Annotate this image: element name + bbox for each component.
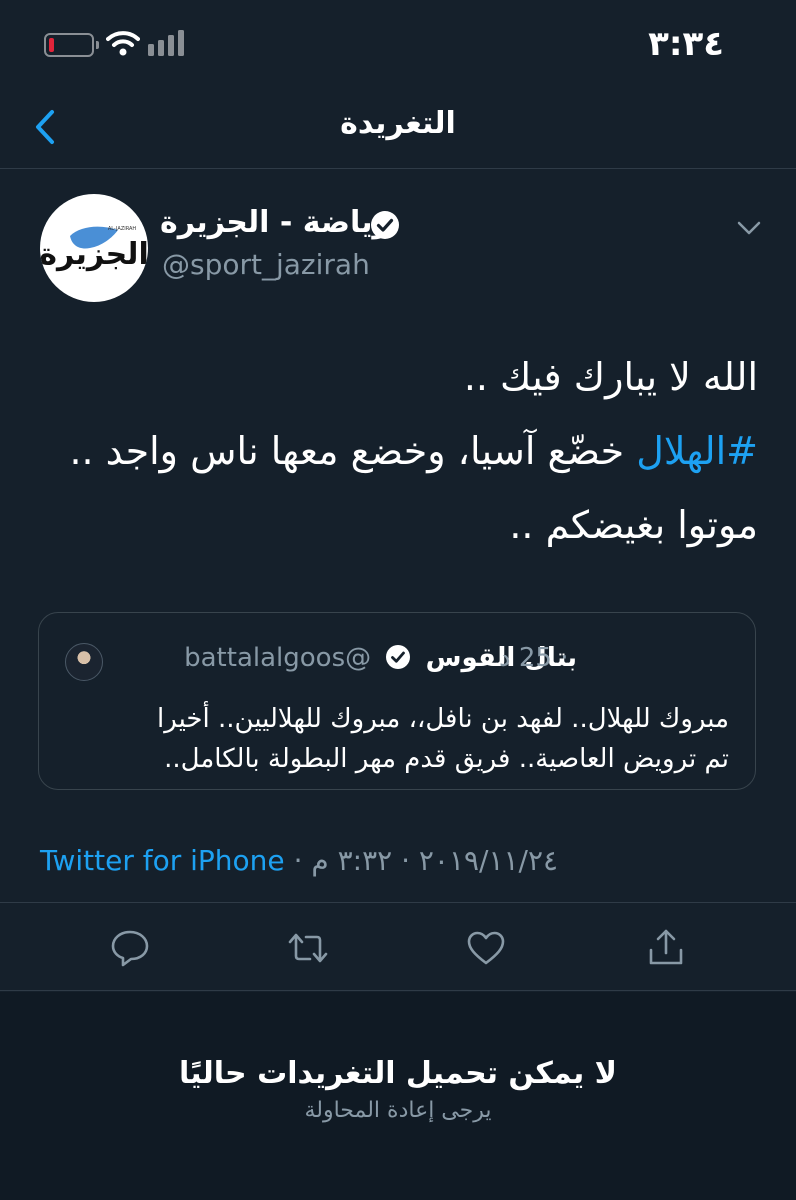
- retry-message[interactable]: يرجى إعادة المحاولة: [0, 1098, 796, 1123]
- al-jazirah-logo: الجزيرة AL-JAZIRAH: [40, 226, 148, 272]
- author-display-name[interactable]: رياضة - الجزيرة: [160, 205, 390, 240]
- meta-divider: [0, 902, 796, 903]
- svg-text:الجزيرة: الجزيرة: [40, 237, 148, 272]
- quoted-author-handle: @battalalgoos: [184, 643, 372, 673]
- hashtag-link[interactable]: #الهلال: [636, 429, 758, 473]
- header-divider: [0, 168, 796, 169]
- tweet-line: #الهلال خضّع آسيا، وخضع معها ناس واجد ..: [38, 414, 758, 488]
- like-icon: [467, 931, 505, 965]
- meta-separator: ·: [392, 844, 419, 877]
- quoted-tweet-line: تم ترويض العاصية.. فريق قدم مهر البطولة …: [164, 744, 729, 774]
- quoted-tweet-line: مبروك للهلال.. لفهد بن نافل،، مبروك للهل…: [157, 704, 729, 734]
- reply-button[interactable]: [108, 926, 152, 970]
- page-title: التغريدة: [340, 106, 456, 141]
- tweet-source-link[interactable]: Twitter for iPhone: [40, 844, 285, 877]
- verified-badge-icon: [371, 211, 399, 239]
- svg-text:AL-JAZIRAH: AL-JAZIRAH: [108, 226, 137, 232]
- quoted-author-avatar: [65, 643, 103, 681]
- tweet-line-text: خضّع آسيا، وخضع معها ناس واجد ..: [69, 429, 637, 473]
- meta-separator: ·: [284, 844, 312, 877]
- tweet-line: موتوا بغيضكم ..: [509, 503, 758, 547]
- retweet-icon: [288, 933, 328, 963]
- quoted-tweet[interactable]: بتال القوس @battalalgoos · 25 د مبروك لل…: [38, 612, 756, 790]
- battery-icon: [44, 33, 99, 57]
- share-button[interactable]: [644, 926, 688, 970]
- like-button[interactable]: [464, 926, 508, 970]
- chevron-down-icon[interactable]: [736, 218, 762, 238]
- status-time: ٣:٣٤: [648, 24, 724, 64]
- tweet-time: ٣:٣٢ م: [311, 844, 393, 877]
- tweet-meta: Twitter for iPhone · ٢٠١٩/١١/٢٤ · ٣:٣٢ م: [40, 844, 558, 877]
- error-title: لا يمكن تحميل التغريدات حاليًا: [178, 1056, 618, 1091]
- wifi-icon: [106, 31, 140, 56]
- quoted-tweet-text: مبروك للهلال.. لفهد بن نافل،، مبروك للهل…: [59, 699, 729, 779]
- author-username[interactable]: @sport_jazirah: [162, 248, 370, 281]
- author-avatar[interactable]: الجزيرة AL-JAZIRAH: [40, 194, 148, 302]
- cellular-signal-icon: [148, 30, 184, 56]
- quoted-tweet-time: · 25 د: [499, 643, 569, 673]
- actions-divider: [0, 990, 796, 991]
- retweet-button[interactable]: [286, 926, 330, 970]
- share-icon: [649, 929, 683, 965]
- tweet-text: الله لا يبارك فيك .. #الهلال خضّع آسيا، …: [38, 340, 758, 562]
- verified-badge-icon: [386, 645, 411, 669]
- reply-icon: [111, 930, 149, 967]
- tweet-date: ٢٠١٩/١١/٢٤: [418, 844, 559, 877]
- error-panel: [0, 992, 796, 1200]
- tweet-line: الله لا يبارك فيك ..: [463, 355, 758, 399]
